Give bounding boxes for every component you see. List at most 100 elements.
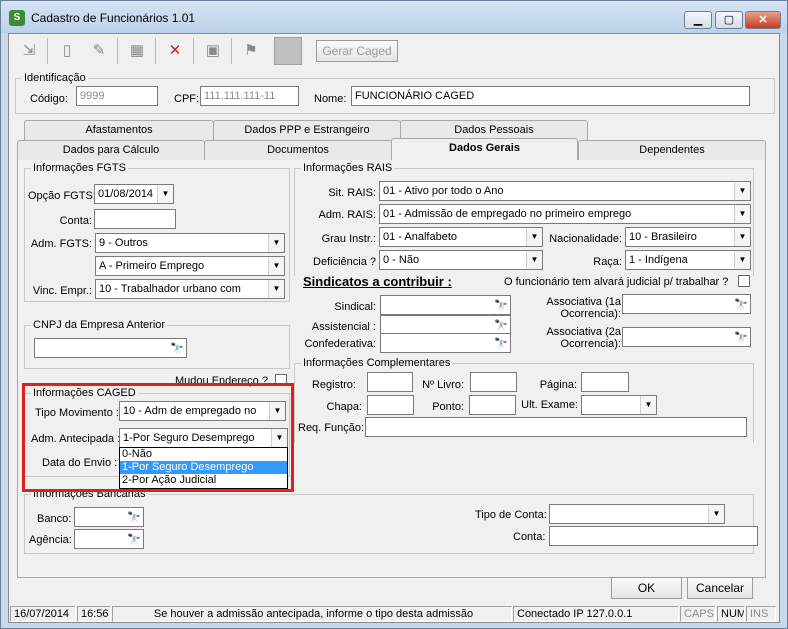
ult-exame-select[interactable]: ▼	[581, 395, 657, 415]
binoculars-icon[interactable]: 🔭	[494, 335, 508, 352]
chevron-down-icon: ▼	[526, 228, 542, 246]
minimize-button[interactable]: ▁	[684, 11, 712, 29]
sit-rais-select[interactable]: 01 - Ativo por todo o Ano ▼	[379, 181, 751, 201]
tab-documentos[interactable]: Documentos	[204, 140, 392, 160]
disabled-tool-button[interactable]	[274, 37, 302, 65]
raca-label: Raça:	[593, 256, 622, 268]
nacionalidade-select[interactable]: 10 - Brasileiro ▼	[625, 227, 751, 247]
adm-rais-select[interactable]: 01 - Admissão de empregado no primeiro e…	[379, 204, 751, 224]
close-button[interactable]: ✕	[745, 11, 781, 29]
status-time: 16:56	[77, 606, 111, 622]
status-num: NUM	[717, 606, 745, 622]
registro-field[interactable]	[367, 372, 413, 392]
vinc-empr-select[interactable]: 10 - Trabalhador urbano com ▼	[95, 279, 285, 299]
conta-fgts-field[interactable]	[94, 209, 176, 229]
chapa-field[interactable]	[367, 395, 414, 415]
adm-fgts-2-select[interactable]: A - Primeiro Emprego ▼	[95, 256, 285, 276]
tab-dependentes[interactable]: Dependentes	[578, 140, 766, 160]
cnpj-field[interactable]: 🔭	[34, 338, 187, 358]
client-area: ⇲ ▯ ✎ ▦ ✕ ▣ ⚑ Gerar Caged Identificação …	[8, 33, 780, 623]
alvara-checkbox[interactable]	[738, 275, 750, 287]
rais-label: Informações RAIS	[301, 162, 395, 174]
tab-dados-pessoais[interactable]: Dados Pessoais	[400, 120, 588, 140]
grid-icon[interactable]: ▦	[123, 37, 151, 65]
conta-banco-label: Conta:	[513, 531, 546, 543]
chevron-down-icon: ▼	[640, 396, 656, 414]
sindical-field[interactable]: 🔭	[380, 295, 511, 315]
tab-afastamentos[interactable]: Afastamentos	[24, 120, 214, 140]
pagina-field[interactable]	[581, 372, 629, 392]
chevron-down-icon: ▼	[708, 505, 724, 523]
tab-dados-gerais[interactable]: Dados Gerais	[391, 138, 578, 160]
status-caps: CAPS	[680, 606, 716, 622]
tab-dados-calculo[interactable]: Dados para Cálculo	[17, 140, 205, 160]
tipo-conta-select[interactable]: ▼	[549, 504, 725, 524]
deficiencia-value: 0 - Não	[383, 254, 420, 266]
associativa-2-field[interactable]: 🔭	[622, 327, 751, 347]
delete-icon[interactable]: ✕	[161, 37, 189, 65]
opcao-fgts-select[interactable]: 01/08/2014 ▼	[94, 184, 174, 204]
nome-label: Nome:	[314, 93, 347, 105]
banco-label: Banco:	[37, 513, 72, 525]
status-connection: Conectado IP 127.0.0.1	[513, 606, 679, 622]
nome-field[interactable]: FUNCIONÁRIO CAGED	[351, 86, 750, 106]
cpf-field[interactable]: 111.111.111-11	[200, 86, 299, 106]
livro-field[interactable]	[470, 372, 517, 392]
deficiencia-select[interactable]: 0 - Não ▼	[379, 250, 543, 270]
assistencial-label: Assistencial :	[311, 321, 376, 333]
nacionalidade-label: Nacionalidade:	[549, 233, 622, 245]
app-icon: S	[9, 10, 25, 26]
assistencial-field[interactable]: 🔭	[380, 315, 511, 335]
agencia-label: Agência:	[29, 534, 72, 546]
gerar-caged-button[interactable]: Gerar Caged	[316, 40, 398, 62]
grau-instr-select[interactable]: 01 - Analfabeto ▼	[379, 227, 543, 247]
cnpj-label: CNPJ da Empresa Anterior	[31, 319, 168, 331]
maximize-button[interactable]: ▢	[715, 11, 743, 29]
agencia-field[interactable]: 🔭	[74, 529, 144, 549]
raca-select[interactable]: 1 - Indígena ▼	[625, 250, 751, 270]
banco-field[interactable]: 🔭	[74, 507, 144, 527]
livro-label: Nº Livro:	[422, 379, 464, 391]
binoculars-icon[interactable]: 🔭	[127, 531, 141, 548]
sit-rais-value: 01 - Ativo por todo o Ano	[383, 185, 504, 197]
associativa-1-label: Associativa (1a Ocorrencia):	[546, 296, 621, 320]
ponto-label: Ponto:	[432, 401, 464, 413]
chevron-down-icon: ▼	[268, 280, 284, 298]
chevron-down-icon: ▼	[734, 228, 750, 246]
tab-dados-ppp[interactable]: Dados PPP e Estrangeiro	[213, 120, 401, 140]
binoculars-icon[interactable]: 🔭	[734, 329, 748, 346]
binoculars-icon[interactable]: 🔭	[127, 509, 141, 526]
save-icon[interactable]: ▣	[199, 37, 227, 65]
flag-icon[interactable]: ⚑	[237, 37, 265, 65]
grau-instr-label: Grau Instr.:	[321, 233, 376, 245]
req-funcao-field[interactable]	[365, 417, 747, 437]
tipo-conta-label: Tipo de Conta:	[475, 509, 547, 521]
main-window: S Cadastro de Funcionários 1.01 ▁ ▢ ✕ ⇲ …	[0, 0, 788, 629]
status-date: 16/07/2014	[10, 606, 76, 622]
codigo-label: Código:	[30, 93, 68, 105]
toolbar-separator	[155, 38, 156, 64]
conta-banco-field[interactable]	[549, 526, 758, 546]
chevron-down-icon: ▼	[268, 257, 284, 275]
ok-button[interactable]: OK	[611, 577, 682, 599]
new-document-icon[interactable]: ▯	[53, 37, 81, 65]
binoculars-icon[interactable]: 🔭	[494, 297, 508, 314]
adm-rais-label: Adm. RAIS:	[318, 209, 376, 221]
exit-icon[interactable]: ⇲	[15, 37, 43, 65]
adm-fgts-select[interactable]: 9 - Outros ▼	[95, 233, 285, 253]
sindicatos-heading: Sindicatos a contribuir :	[303, 274, 452, 289]
binoculars-icon[interactable]: 🔭	[734, 296, 748, 313]
codigo-field[interactable]: 9999	[76, 86, 158, 106]
edit-icon[interactable]: ✎	[85, 37, 113, 65]
conta-fgts-label: Conta:	[59, 215, 92, 227]
confederativa-field[interactable]: 🔭	[380, 333, 511, 353]
vinc-empr-label: Vinc. Empr.:	[32, 285, 92, 297]
ponto-field[interactable]	[469, 395, 516, 415]
cpf-label: CPF:	[174, 93, 200, 105]
toolbar-separator	[231, 38, 232, 64]
associativa-1-field[interactable]: 🔭	[622, 294, 751, 314]
chevron-down-icon: ▼	[734, 251, 750, 269]
cancelar-button[interactable]: Cancelar	[687, 577, 753, 599]
adm-rais-value: 01 - Admissão de empregado no primeiro e…	[383, 208, 632, 220]
binoculars-icon[interactable]: 🔭	[170, 340, 184, 357]
